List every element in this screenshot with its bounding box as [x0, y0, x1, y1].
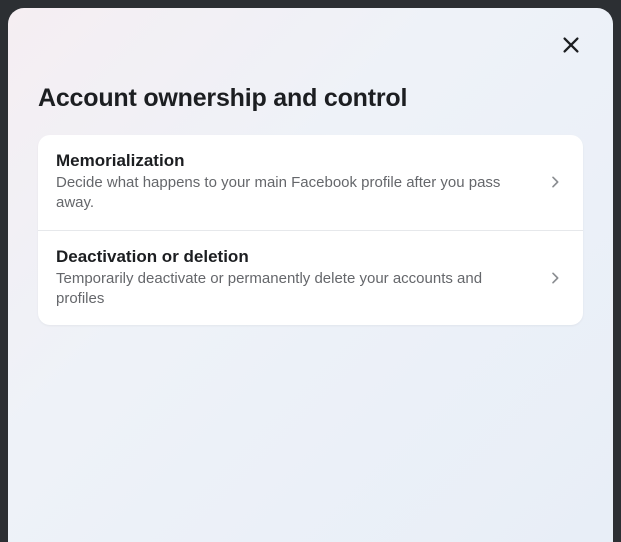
option-memorialization[interactable]: Memorialization Decide what happens to y… [38, 135, 583, 230]
close-button[interactable] [555, 30, 587, 62]
option-description: Temporarily deactivate or permanently de… [56, 269, 533, 310]
option-description: Decide what happens to your main Faceboo… [56, 173, 533, 214]
chevron-right-icon [545, 268, 565, 288]
option-deactivation-deletion[interactable]: Deactivation or deletion Temporarily dea… [38, 230, 583, 326]
option-text: Deactivation or deletion Temporarily dea… [56, 247, 533, 310]
option-title: Deactivation or deletion [56, 247, 533, 267]
close-icon [560, 34, 582, 59]
option-title: Memorialization [56, 151, 533, 171]
chevron-right-icon [545, 172, 565, 192]
options-card: Memorialization Decide what happens to y… [38, 135, 583, 325]
page-title: Account ownership and control [38, 84, 583, 113]
settings-modal: Account ownership and control Memorializ… [8, 8, 613, 542]
option-text: Memorialization Decide what happens to y… [56, 151, 533, 214]
